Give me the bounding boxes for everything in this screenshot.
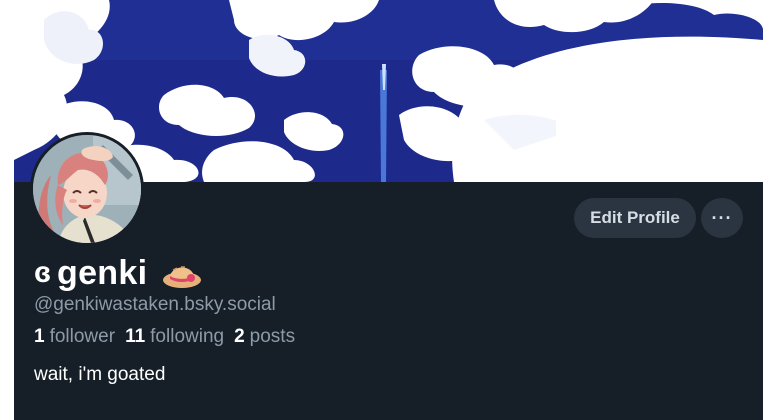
display-name-glyph: ɞ [34, 256, 52, 289]
avatar-anime-girl-illustration [33, 135, 141, 243]
profile-card: Edit Profile ··· ɞ genki @genkiwastaken.… [14, 0, 763, 420]
display-name-row: ɞ genki [34, 252, 203, 294]
posts-label: posts [249, 326, 296, 347]
more-options-button[interactable]: ··· [701, 198, 743, 238]
avatar[interactable] [30, 132, 144, 246]
posts-stat: 2 posts [234, 326, 295, 348]
posts-count: 2 [234, 326, 245, 347]
display-name: genki [57, 253, 148, 292]
followers-count: 1 [34, 326, 45, 347]
profile-handle: @genkiwastaken.bsky.social [34, 294, 276, 315]
followers-label: follower [49, 326, 116, 347]
following-count: 11 [125, 326, 146, 347]
followers-link[interactable]: 1 follower [34, 326, 115, 348]
following-label: following [150, 326, 225, 347]
hat-emoji-icon [161, 256, 203, 290]
profile-stats: 1 follower 11 following 2 posts [34, 326, 295, 348]
edit-profile-button[interactable]: Edit Profile [574, 198, 696, 238]
following-link[interactable]: 11 following [125, 326, 224, 348]
profile-bio: wait, i'm goated [34, 364, 166, 385]
